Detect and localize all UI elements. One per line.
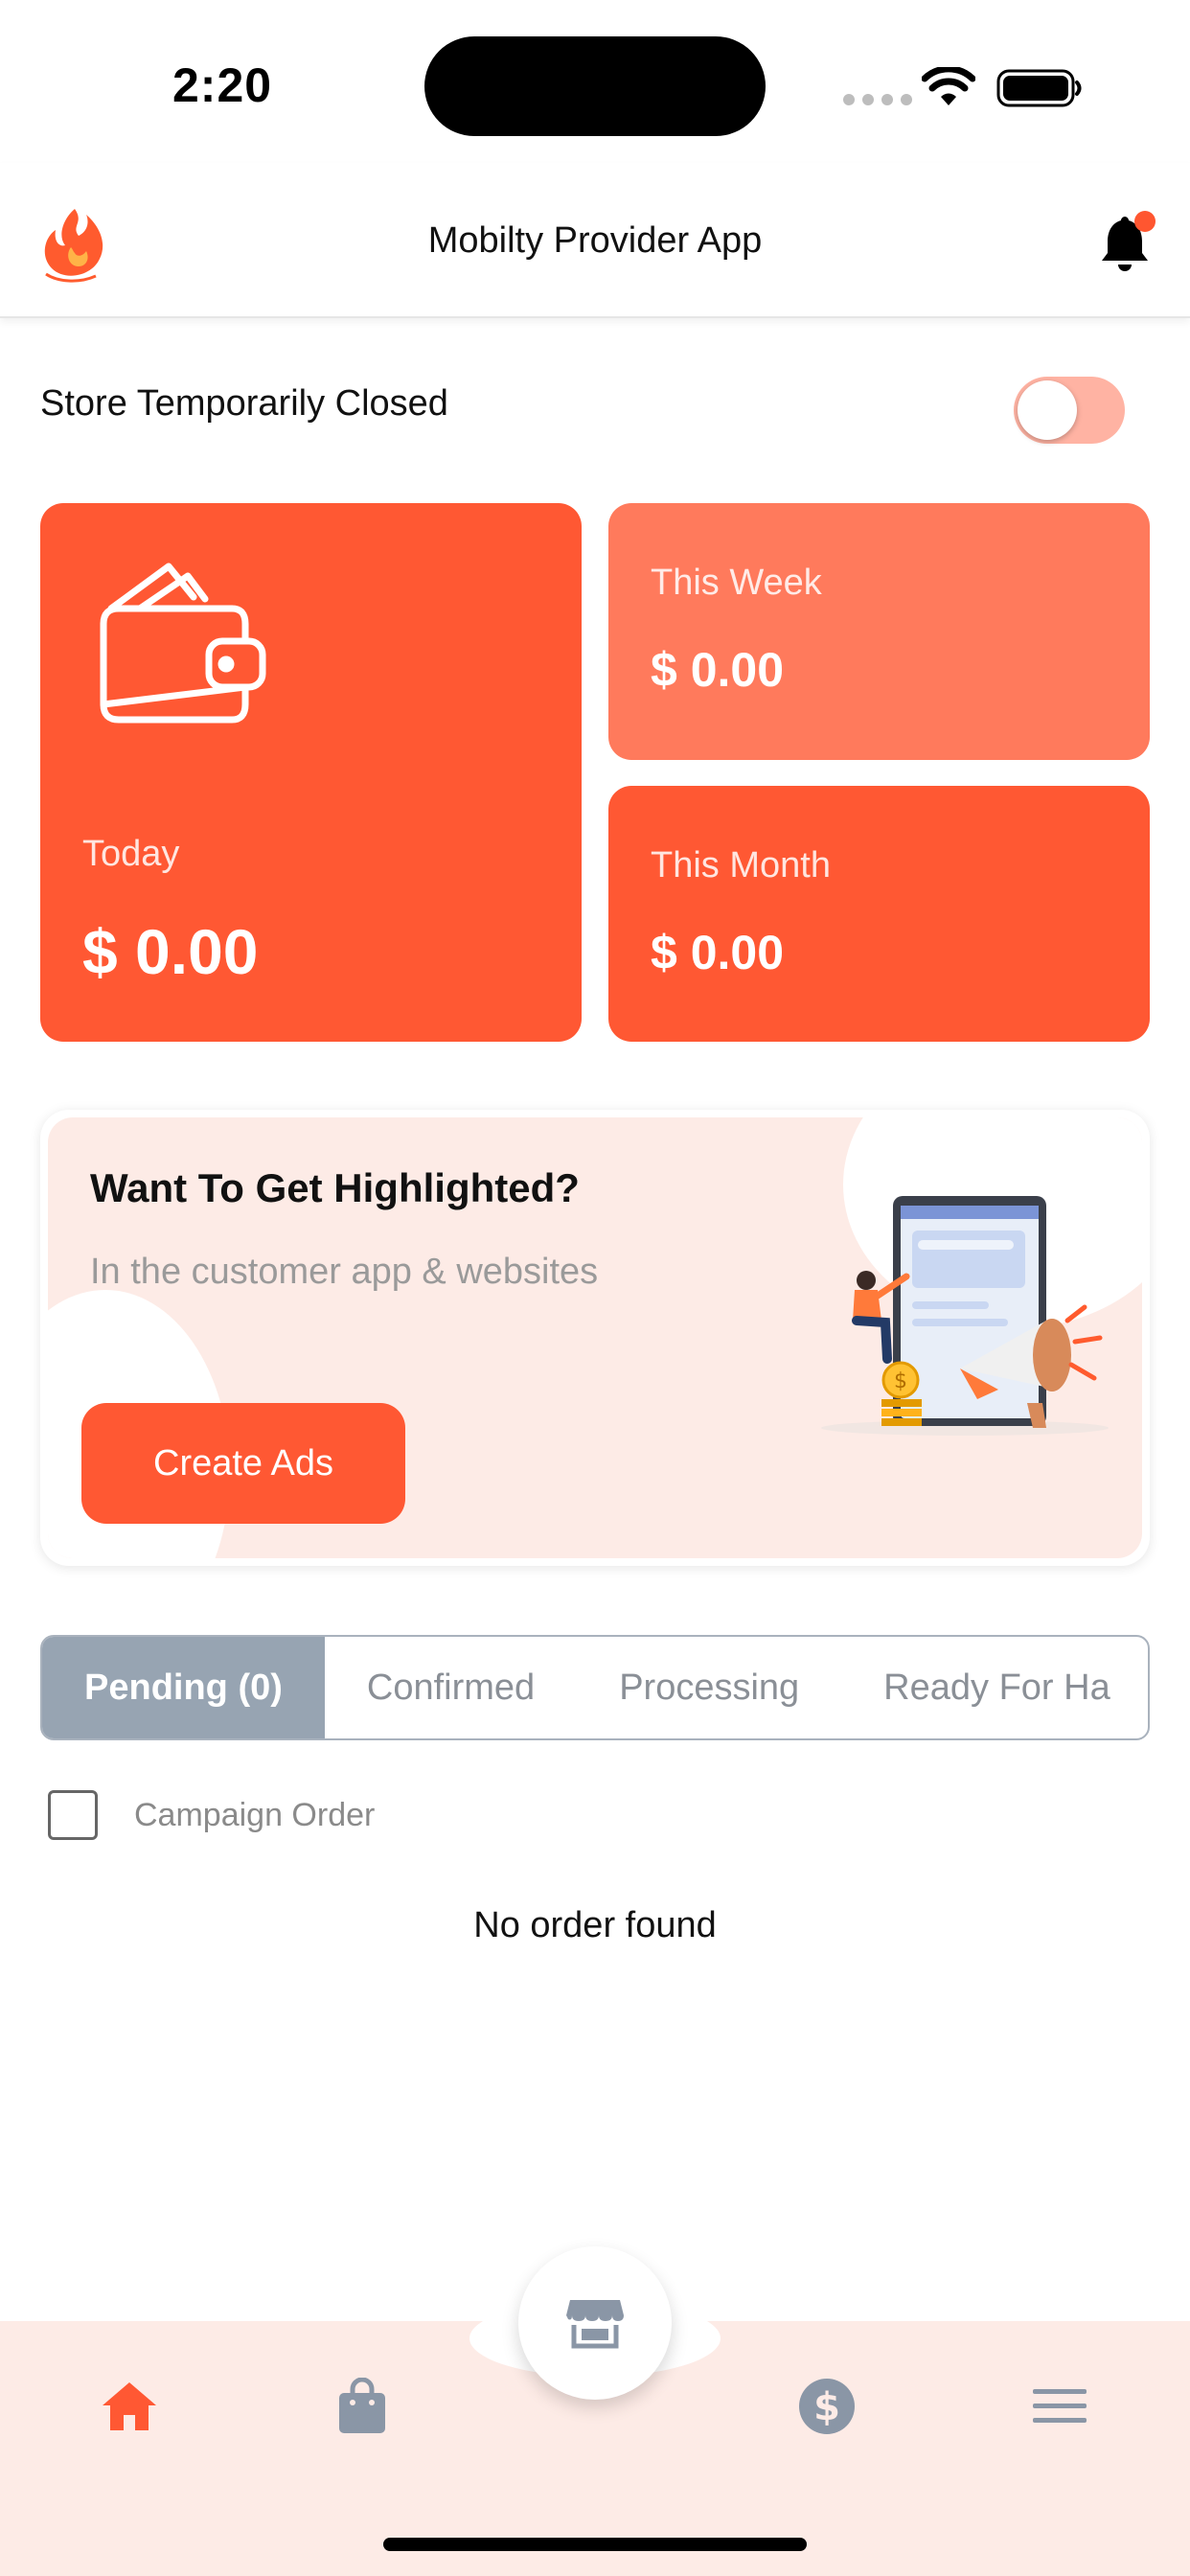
campaign-order-checkbox[interactable]: [48, 1790, 98, 1840]
create-ads-button[interactable]: Create Ads: [81, 1403, 405, 1524]
home-icon: [103, 2382, 156, 2430]
empty-orders-message: No order found: [473, 1905, 717, 1945]
promo-subtitle: In the customer app & websites: [90, 1252, 599, 1292]
week-amount: $ 0.00: [651, 643, 785, 697]
order-status-tabs: Pending (0) Confirmed Processing Ready F…: [40, 1635, 1150, 1740]
status-bar: 2:20: [0, 0, 1190, 163]
dollar-icon: $: [799, 2379, 855, 2434]
app-bar: Mobilty Provider App: [0, 163, 1190, 318]
svg-text:$: $: [894, 1369, 907, 1393]
nav-earnings[interactable]: $: [793, 2375, 860, 2438]
cellular-signal-icon: [843, 94, 912, 105]
today-amount: $ 0.00: [82, 916, 259, 987]
menu-icon: [1033, 2389, 1087, 2423]
campaign-order-filter: Campaign Order: [48, 1790, 375, 1840]
store-icon: [566, 2300, 624, 2349]
dynamic-island: [424, 36, 766, 136]
store-button[interactable]: [518, 2246, 672, 2400]
promo-title: Want To Get Highlighted?: [90, 1165, 580, 1210]
status-time: 2:20: [172, 58, 273, 112]
highlight-promo-banner: Want To Get Highlighted? In the customer…: [40, 1110, 1150, 1566]
today-label: Today: [82, 834, 180, 874]
tab-pending[interactable]: Pending (0): [42, 1637, 325, 1738]
month-earnings-card[interactable]: This Month $ 0.00: [608, 786, 1150, 1042]
month-label: This Month: [651, 845, 831, 886]
wallet-icon: [100, 563, 266, 724]
wifi-icon: [922, 67, 975, 105]
week-label: This Week: [651, 563, 822, 603]
store-closed-toggle[interactable]: [1014, 377, 1125, 444]
svg-text:$: $: [813, 2385, 840, 2429]
nav-home[interactable]: [96, 2375, 163, 2438]
tab-processing[interactable]: Processing: [577, 1637, 841, 1738]
today-earnings-card[interactable]: Today $ 0.00: [40, 503, 582, 1042]
month-amount: $ 0.00: [651, 926, 785, 979]
week-earnings-card[interactable]: This Week $ 0.00: [608, 503, 1150, 760]
campaign-order-label: Campaign Order: [134, 1796, 376, 1833]
advertising-illustration: $: [821, 1196, 1109, 1436]
nav-orders[interactable]: [329, 2375, 396, 2438]
store-status-label: Store Temporarily Closed: [40, 383, 448, 424]
app-title: Mobilty Provider App: [427, 220, 763, 261]
notification-badge: [1134, 211, 1156, 232]
shopping-bag-icon: [339, 2378, 385, 2433]
battery-icon: [996, 69, 1082, 107]
home-indicator: [383, 2538, 807, 2551]
nav-menu[interactable]: [1026, 2375, 1093, 2438]
tab-ready-for-handover[interactable]: Ready For Ha: [841, 1637, 1148, 1738]
tab-confirmed[interactable]: Confirmed: [325, 1637, 577, 1738]
toggle-knob: [1018, 380, 1077, 440]
